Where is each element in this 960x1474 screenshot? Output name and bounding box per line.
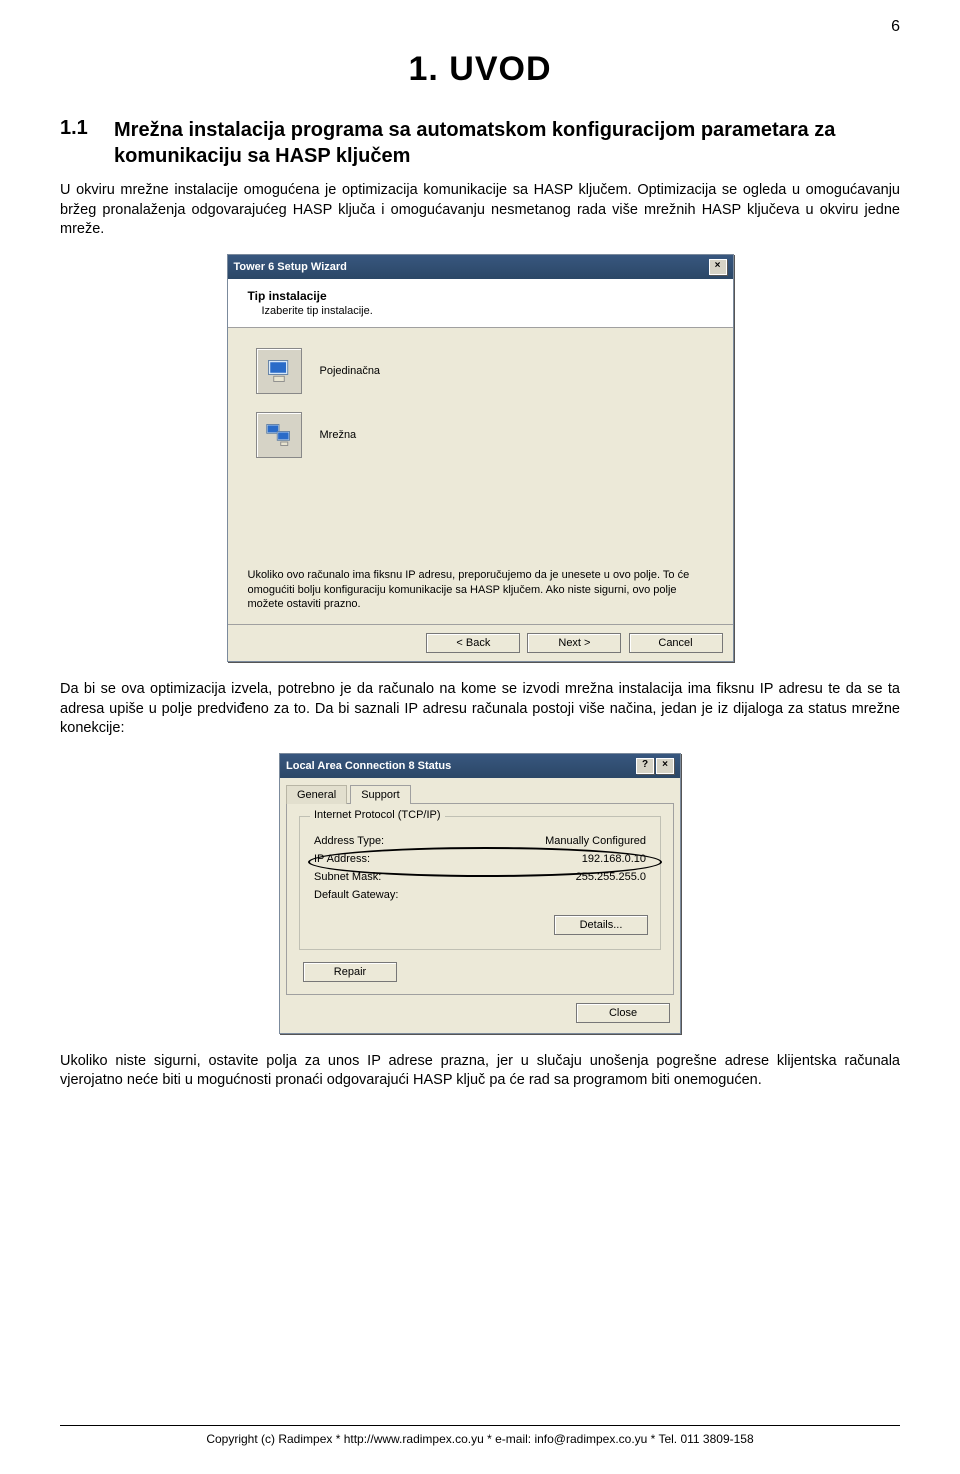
section-number: 1.1 bbox=[60, 117, 114, 169]
wizard-header-subtitle: Izaberite tip instalacije. bbox=[262, 305, 717, 317]
default-gateway-label: Default Gateway: bbox=[314, 889, 398, 901]
paragraph-intro: U okviru mrežne instalacije omogućena je… bbox=[60, 181, 900, 240]
subnet-mask-value: 255.255.255.0 bbox=[576, 871, 646, 883]
tab-general[interactable]: General bbox=[286, 785, 347, 804]
install-label-network: Mrežna bbox=[320, 429, 357, 441]
back-button[interactable]: < Back bbox=[426, 633, 520, 653]
install-label-single: Pojedinačna bbox=[320, 365, 381, 377]
next-button[interactable]: Next > bbox=[527, 633, 621, 653]
install-option-single[interactable]: Pojedinačna bbox=[256, 348, 705, 394]
status-title-text: Local Area Connection 8 Status bbox=[286, 760, 451, 772]
computer-icon bbox=[256, 348, 302, 394]
close-button[interactable]: Close bbox=[576, 1003, 670, 1023]
close-icon[interactable]: × bbox=[656, 758, 674, 774]
page-title: 1. UVOD bbox=[60, 50, 900, 89]
section-title: Mrežna instalacija programa sa automatsk… bbox=[114, 117, 900, 169]
paragraph-optimization: Da bi se ova optimizacija izvela, potreb… bbox=[60, 680, 900, 739]
subnet-mask-label: Subnet Mask: bbox=[314, 871, 381, 883]
address-type-label: Address Type: bbox=[314, 835, 384, 847]
address-type-value: Manually Configured bbox=[545, 835, 646, 847]
group-title-tcpip: Internet Protocol (TCP/IP) bbox=[310, 809, 445, 821]
wizard-title-text: Tower 6 Setup Wizard bbox=[234, 261, 347, 273]
help-icon[interactable]: ? bbox=[636, 758, 654, 774]
wizard-header-title: Tip instalacije bbox=[248, 289, 717, 303]
ip-address-label: IP Address: bbox=[314, 853, 370, 865]
page-number: 6 bbox=[891, 18, 900, 36]
network-computers-icon bbox=[256, 412, 302, 458]
tab-support[interactable]: Support bbox=[350, 785, 411, 804]
details-button[interactable]: Details... bbox=[554, 915, 648, 935]
install-option-network[interactable]: Mrežna bbox=[256, 412, 705, 458]
page-footer: Copyright (c) Radimpex * http://www.radi… bbox=[60, 1425, 900, 1446]
status-dialog: Local Area Connection 8 Status ? × Gener… bbox=[279, 753, 681, 1034]
paragraph-warning: Ukoliko niste sigurni, ostavite polja za… bbox=[60, 1052, 900, 1091]
wizard-note: Ukoliko ovo računalo ima fiksnu IP adres… bbox=[228, 560, 733, 625]
close-icon[interactable]: × bbox=[709, 259, 727, 275]
wizard-dialog: Tower 6 Setup Wizard × Tip instalacije I… bbox=[227, 254, 734, 663]
repair-button[interactable]: Repair bbox=[303, 962, 397, 982]
ip-address-value: 192.168.0.10 bbox=[582, 853, 646, 865]
cancel-button[interactable]: Cancel bbox=[629, 633, 723, 653]
